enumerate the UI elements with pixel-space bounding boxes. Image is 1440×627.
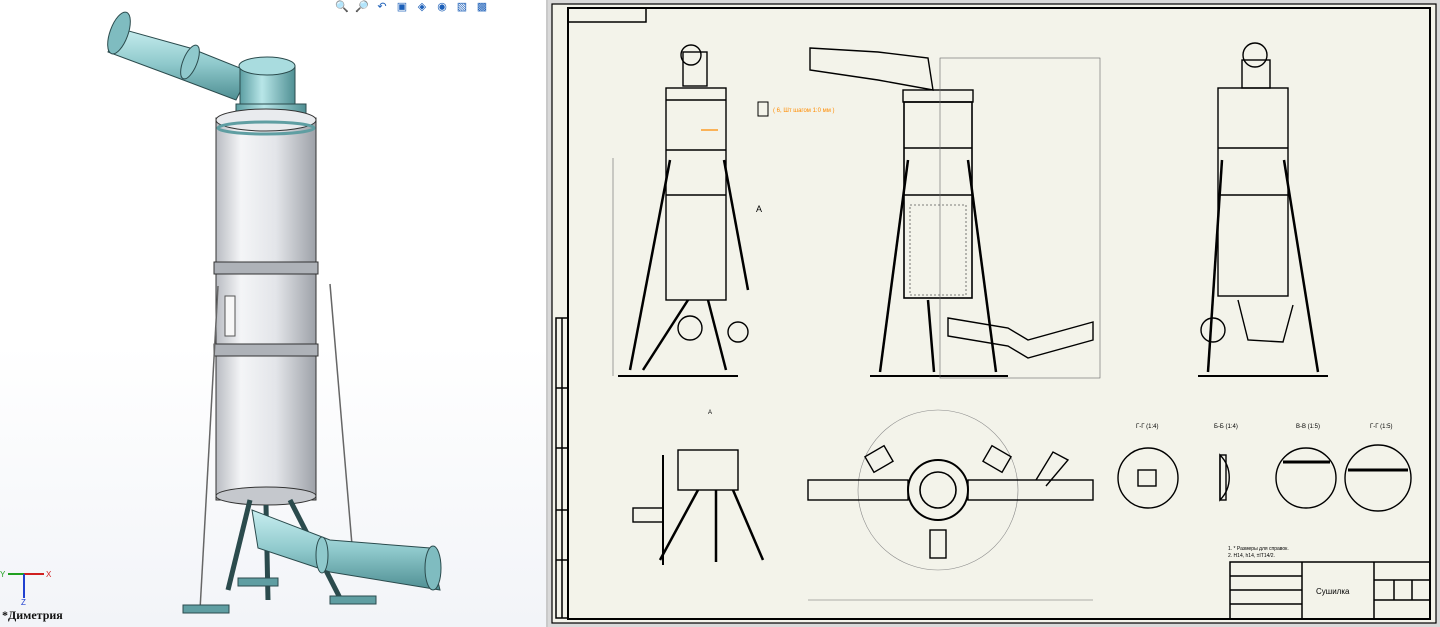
dryer-3d-model[interactable] xyxy=(0,0,546,627)
section-1-title: Г-Г (1:4) xyxy=(1136,424,1159,430)
section-3-title: В-В (1:5) xyxy=(1296,424,1320,430)
sheet-border xyxy=(551,3,1437,624)
detail-a-title: А xyxy=(708,410,712,416)
inlet-pipe xyxy=(107,11,251,101)
title-block-name: Сушилка xyxy=(1316,587,1350,596)
triad-z-label: Z xyxy=(21,598,26,606)
outlet-pipe xyxy=(251,509,442,591)
note-2: 2. Н14, h14, ±IT14/2. xyxy=(1228,553,1275,559)
drawing-sheet-viewport[interactable]: ( 6, Шт шагом 1:0 мм ) А А Г-Г (1:4) Б-Б… xyxy=(548,0,1440,627)
section-2-title: Б-Б (1:4) xyxy=(1214,424,1238,430)
view-a-marker: А xyxy=(756,204,762,214)
model-viewport[interactable]: 🔍 🔎 ↶ ▣ ◈ ◉ ▧ ▩ X Y Z *Диметрия xyxy=(0,0,546,627)
main-cylinder xyxy=(213,108,319,506)
drawing-sheet: ( 6, Шт шагом 1:0 мм ) А А Г-Г (1:4) Б-Б… xyxy=(551,3,1437,624)
coordinate-triad: X Y Z xyxy=(0,560,60,607)
view-orientation-label: *Диметрия xyxy=(2,608,63,622)
triad-x-label: X xyxy=(46,570,52,579)
weld-note: ( 6, Шт шагом 1:0 мм ) xyxy=(773,108,835,114)
note-1: 1. * Размеры для справок. xyxy=(1228,546,1289,552)
section-4-title: Г-Г (1:5) xyxy=(1370,424,1393,430)
triad-y-label: Y xyxy=(0,570,6,579)
base-feet xyxy=(182,577,377,614)
